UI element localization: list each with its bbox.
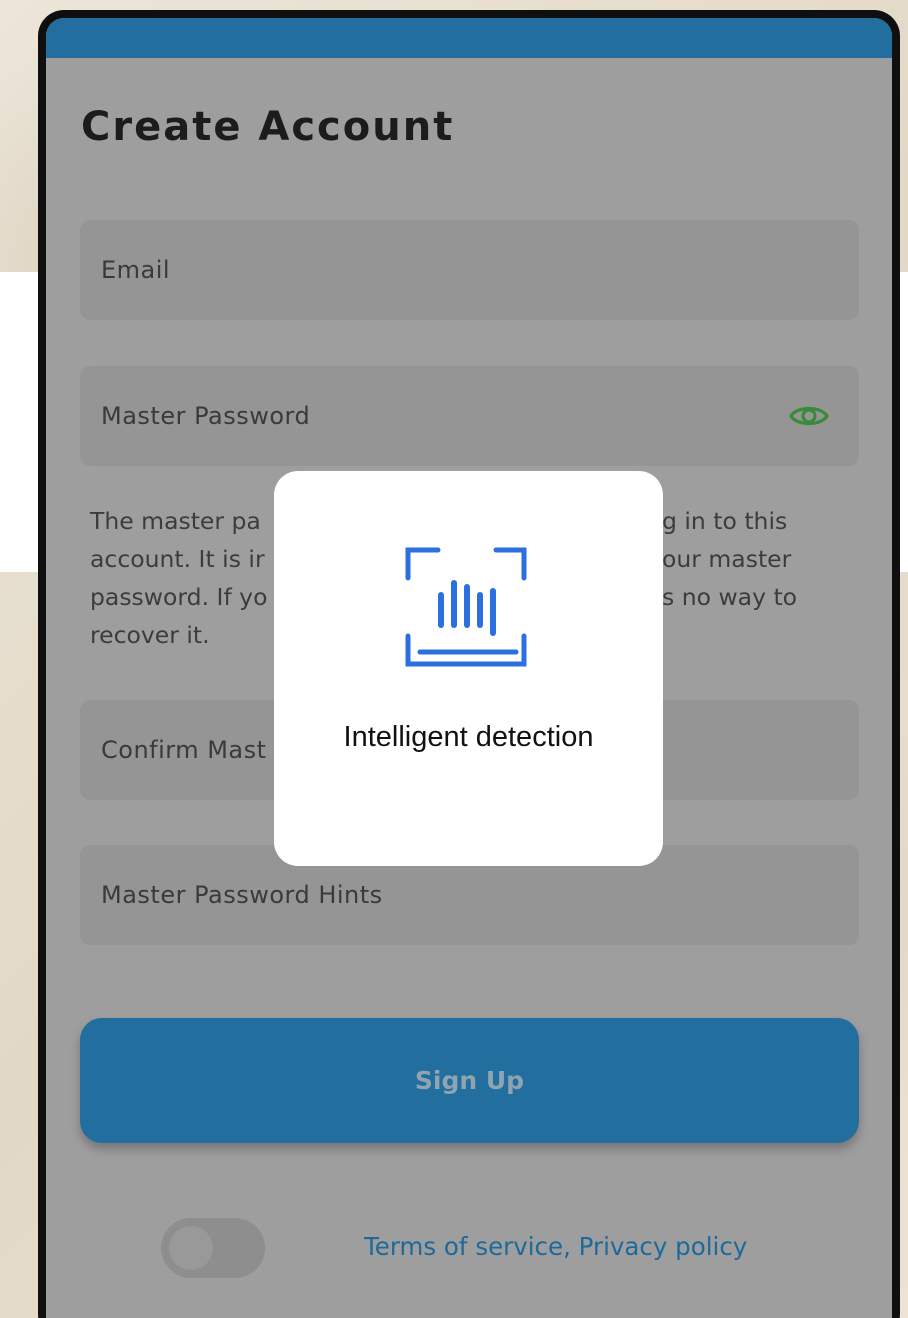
status-bar	[46, 18, 892, 58]
terms-privacy-link[interactable]: Terms of service, Privacy policy	[364, 1232, 747, 1261]
eye-icon[interactable]	[789, 398, 829, 434]
terms-toggle[interactable]	[161, 1218, 265, 1278]
master-password-field[interactable]: Master Password	[80, 366, 859, 466]
helper-line: g in to this	[662, 507, 788, 535]
detection-label: Intelligent detection	[343, 721, 594, 753]
barcode-scan-icon	[405, 547, 527, 667]
intelligent-detection-dialog: Intelligent detection	[274, 471, 663, 866]
helper-text-right: g in to this our master s no way to	[662, 502, 797, 616]
confirm-field-label: Confirm Mast	[101, 736, 267, 764]
master-password-field-label: Master Password	[101, 402, 311, 430]
helper-line: s no way to	[662, 583, 798, 611]
email-field[interactable]: Email	[80, 220, 859, 320]
email-field-label: Email	[101, 256, 171, 284]
page-title: Create Account	[81, 104, 455, 150]
helper-line: our master	[662, 545, 792, 573]
signup-button[interactable]: Sign Up	[80, 1018, 859, 1143]
toggle-knob	[169, 1226, 213, 1270]
